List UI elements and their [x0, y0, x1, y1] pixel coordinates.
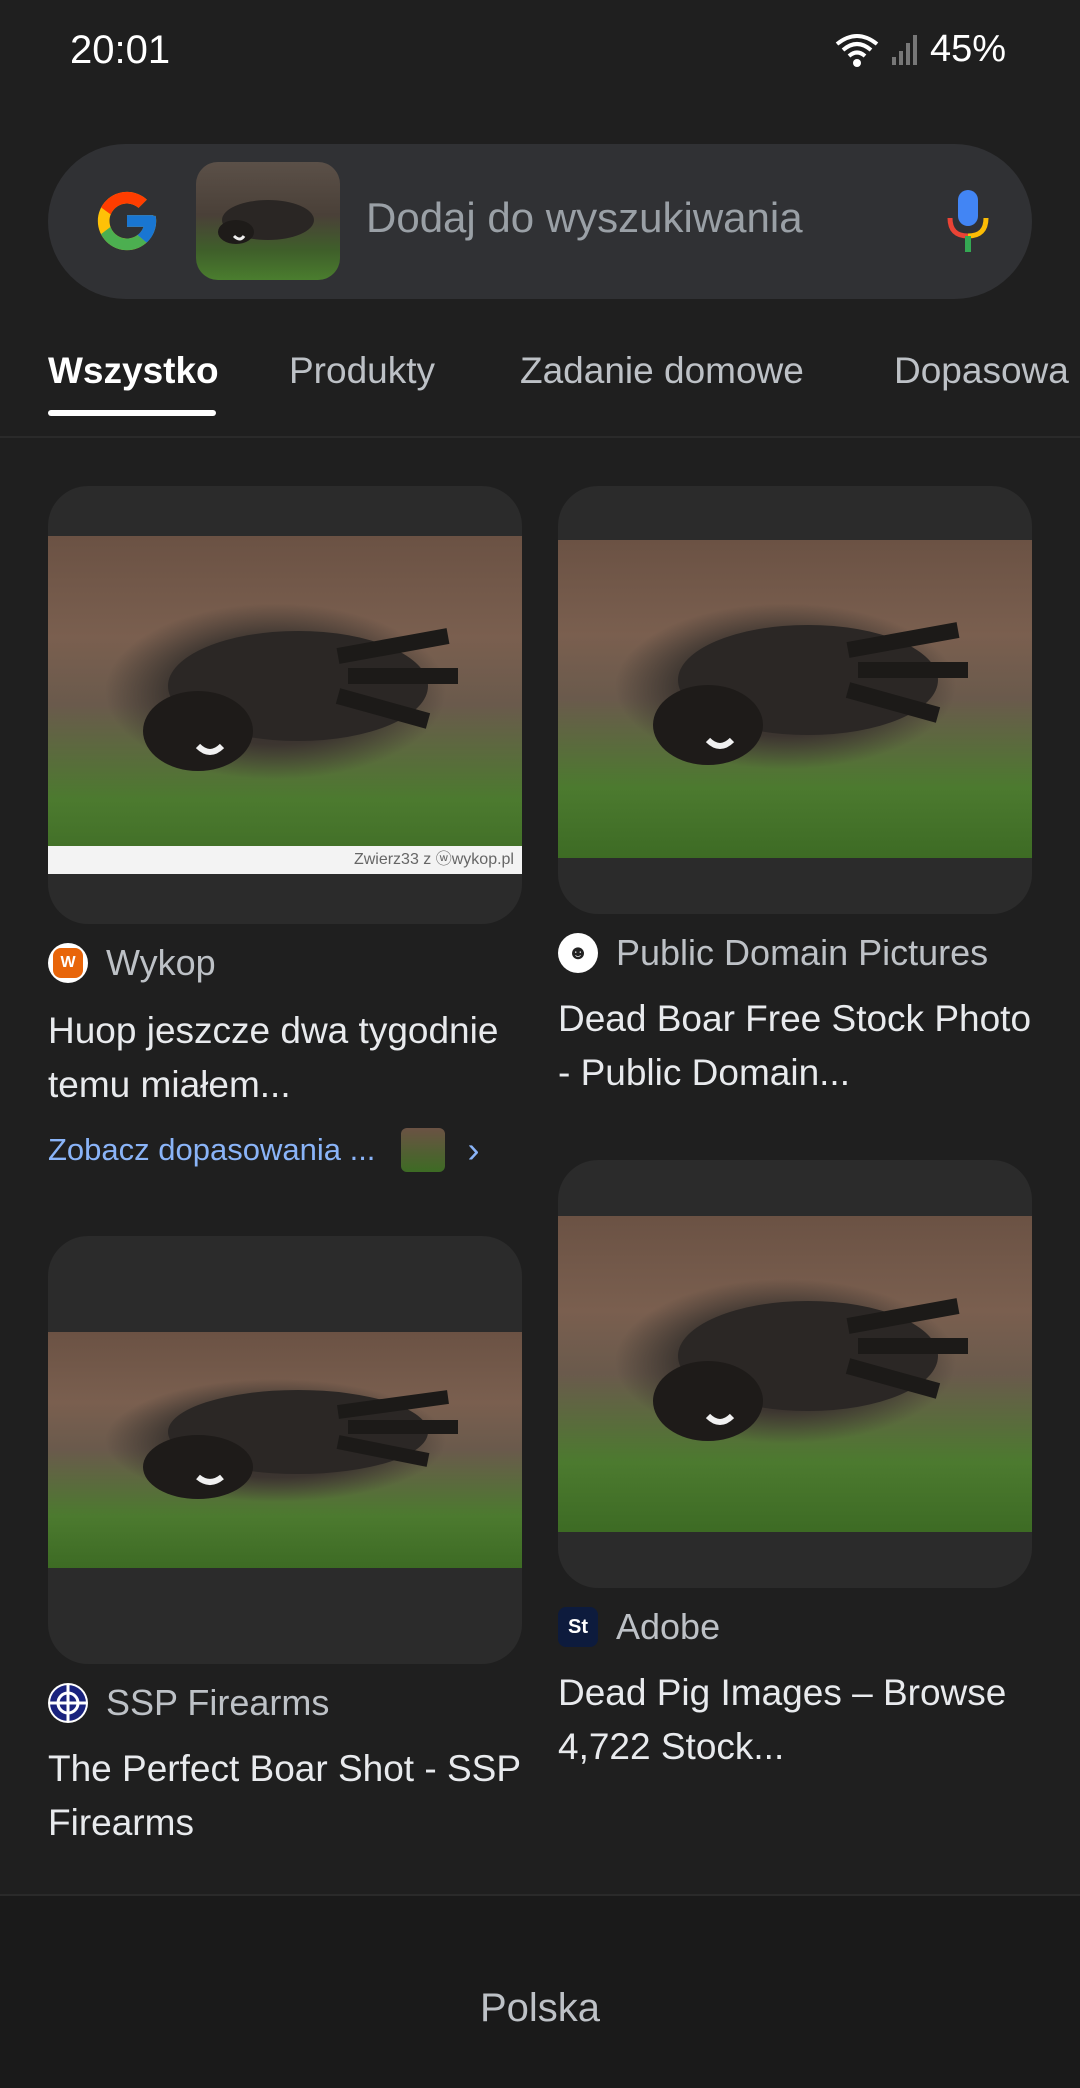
filter-tabs: Wszystko Produkty Zadanie domowe Dopasow…: [0, 330, 1080, 438]
result-source[interactable]: St Adobe: [558, 1606, 720, 1648]
active-tab-indicator: [48, 410, 216, 416]
google-logo-icon: [97, 191, 157, 251]
result-image: [558, 1216, 1032, 1532]
result-image: [48, 1332, 522, 1568]
result-image: [558, 540, 1032, 858]
status-icons: 45%: [834, 28, 1006, 71]
result-title[interactable]: Dead Boar Free Stock Photo - Public Doma…: [558, 992, 1038, 1100]
image-watermark: Zwierz33 z ⓦwykop.pl: [48, 846, 522, 874]
public-domain-favicon-icon: ☻: [558, 933, 598, 973]
boar-image: [653, 622, 968, 765]
boar-image: [143, 628, 458, 771]
boar-image: [218, 200, 314, 244]
tab-dopasowania[interactable]: Dopasowa: [894, 350, 1069, 392]
result-source[interactable]: SSP Firearms: [48, 1682, 329, 1724]
battery-level: 45%: [929, 28, 1006, 70]
source-name: Adobe: [616, 1606, 721, 1647]
source-name: SSP Firearms: [106, 1682, 330, 1723]
crosshair-favicon-icon: [48, 1683, 88, 1723]
result-source[interactable]: ☻ Public Domain Pictures: [558, 932, 988, 974]
mic-icon[interactable]: [944, 188, 992, 256]
match-thumbnail: [401, 1128, 446, 1172]
result-image-card[interactable]: [558, 486, 1032, 914]
wykop-favicon-icon: W: [48, 943, 88, 983]
footer: Polska: [0, 1894, 1080, 2088]
status-time: 20:01: [70, 28, 171, 72]
boar-image: [653, 1298, 968, 1441]
adobe-stock-favicon-icon: St: [558, 1607, 598, 1647]
signal-icon: [891, 34, 917, 65]
see-matches-label: Zobacz dopasowania ...: [48, 1132, 376, 1167]
tab-wszystko[interactable]: Wszystko: [48, 350, 219, 392]
footer-country: Polska: [479, 1986, 601, 2030]
query-image-thumbnail[interactable]: [196, 162, 340, 280]
chevron-right-icon: ›: [467, 1129, 480, 1170]
search-input[interactable]: Dodaj do wyszukiwania: [366, 194, 803, 242]
tab-produkty[interactable]: Produkty: [289, 350, 435, 392]
boar-image: [143, 1390, 458, 1499]
result-image-card[interactable]: Zwierz33 z ⓦwykop.pl: [48, 486, 522, 924]
result-source[interactable]: W Wykop: [48, 942, 216, 984]
result-image-card[interactable]: [558, 1160, 1032, 1588]
status-bar: 20:01 45%: [0, 0, 1080, 108]
source-name: Wykop: [106, 942, 216, 983]
result-title[interactable]: Huop jeszcze dwa tygodnie temu miałem...: [48, 1004, 528, 1112]
search-bar[interactable]: Dodaj do wyszukiwania: [48, 144, 1032, 299]
see-matches-link[interactable]: Zobacz dopasowania ... ›: [48, 1128, 479, 1172]
wifi-icon: [835, 33, 879, 67]
source-name: Public Domain Pictures: [616, 932, 989, 973]
result-image: Zwierz33 z ⓦwykop.pl: [48, 536, 522, 874]
result-title[interactable]: Dead Pig Images – Browse 4,722 Stock...: [558, 1666, 1038, 1774]
result-title[interactable]: The Perfect Boar Shot - SSP Firearms: [48, 1742, 528, 1850]
tab-zadanie-domowe[interactable]: Zadanie domowe: [520, 350, 804, 392]
result-image-card[interactable]: [48, 1236, 522, 1664]
